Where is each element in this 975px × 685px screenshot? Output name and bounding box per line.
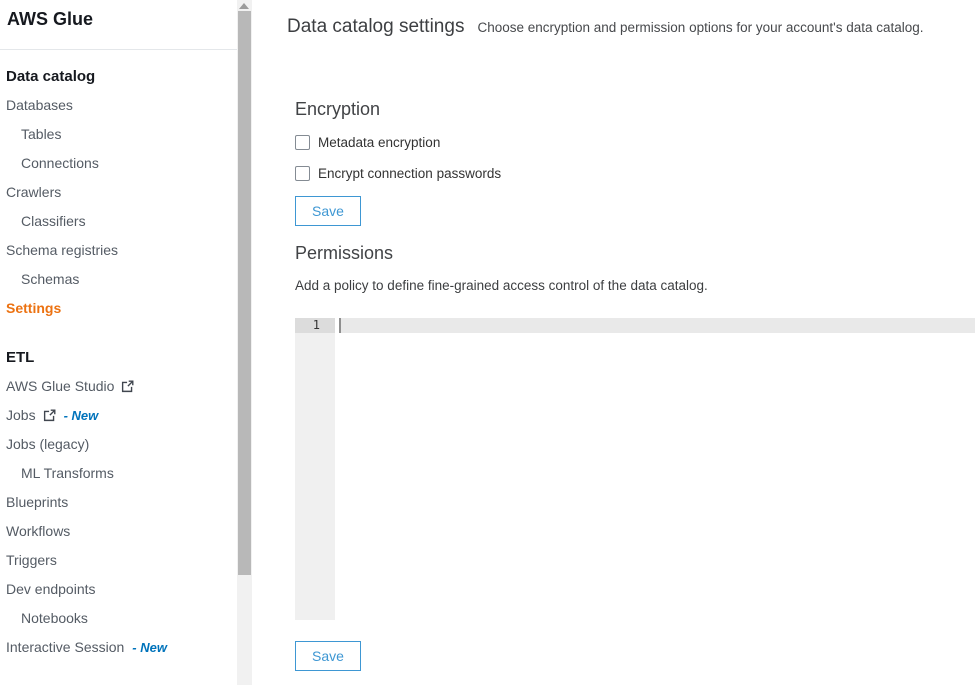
sidebar-item-aws-glue-studio[interactable]: AWS Glue Studio xyxy=(0,372,237,401)
new-badge: - New xyxy=(64,408,99,423)
checkbox-row-metadata-encryption[interactable]: Metadata encryption xyxy=(295,134,501,151)
scroll-up-arrow-icon[interactable] xyxy=(239,3,249,9)
external-link-icon xyxy=(121,374,134,403)
sidebar-item-dev-endpoints[interactable]: Dev endpoints xyxy=(0,575,237,604)
sidebar-item-label: Connections xyxy=(21,155,99,171)
sidebar-nav: Data catalog Databases Tables Connections Cr… xyxy=(0,62,237,662)
sidebar-item-label: Dev endpoints xyxy=(6,581,96,597)
app-window: AWS Glue Data catalog Databases Tables Conn… xyxy=(0,0,975,685)
sidebar-item-interactive-session[interactable]: Interactive Session - New xyxy=(0,633,237,662)
sidebar-item-schemas[interactable]: Schemas xyxy=(0,265,237,294)
sidebar-item-label: Schema registries xyxy=(6,242,118,258)
sidebar-item-label: Databases xyxy=(6,97,73,113)
sidebar-item-label: Jobs xyxy=(6,407,36,423)
sidebar-item-label: Workflows xyxy=(6,523,70,539)
sidebar-item-label: Notebooks xyxy=(21,610,88,626)
sidebar-item-triggers[interactable]: Triggers xyxy=(0,546,237,575)
external-link-icon xyxy=(43,403,56,432)
sidebar-item-ml-transforms[interactable]: ML Transforms xyxy=(0,459,237,488)
sidebar-item-jobs-legacy[interactable]: Jobs (legacy) xyxy=(0,430,237,459)
checkbox-label: Encrypt connection passwords xyxy=(318,166,501,181)
sidebar-item-label: AWS Glue Studio xyxy=(6,378,114,394)
sidebar-item-schema-registries[interactable]: Schema registries xyxy=(0,236,237,265)
sidebar-section-header-data-catalog: Data catalog xyxy=(0,62,237,91)
sidebar-item-label: Tables xyxy=(21,126,61,142)
main-content: Data catalog settings Choose encryption … xyxy=(252,0,975,685)
permissions-save-button[interactable]: Save xyxy=(295,641,361,671)
encryption-checkbox-group: Metadata encryption Encrypt connection pa… xyxy=(295,134,501,196)
policy-editor[interactable]: 1 xyxy=(295,318,975,620)
sidebar: AWS Glue Data catalog Databases Tables Conn… xyxy=(0,0,237,685)
sidebar-item-notebooks[interactable]: Notebooks xyxy=(0,604,237,633)
sidebar-item-label: Jobs (legacy) xyxy=(6,436,89,452)
checkbox-label: Metadata encryption xyxy=(318,135,440,150)
sidebar-item-databases[interactable]: Databases xyxy=(0,91,237,120)
sidebar-item-label: Classifiers xyxy=(21,213,86,229)
checkbox-row-encrypt-connection-passwords[interactable]: Encrypt connection passwords xyxy=(295,165,501,182)
sidebar-item-classifiers[interactable]: Classifiers xyxy=(0,207,237,236)
sidebar-scrollbar[interactable] xyxy=(237,0,252,685)
sidebar-item-label: Triggers xyxy=(6,552,57,568)
encryption-heading: Encryption xyxy=(295,99,380,120)
sidebar-item-jobs[interactable]: Jobs - New xyxy=(0,401,237,430)
sidebar-item-blueprints[interactable]: Blueprints xyxy=(0,488,237,517)
encryption-save-button[interactable]: Save xyxy=(295,196,361,226)
sidebar-item-label: Schemas xyxy=(21,271,79,287)
page-subtitle: Choose encryption and permission options… xyxy=(477,20,923,35)
sidebar-item-label: Blueprints xyxy=(6,494,68,510)
sidebar-divider xyxy=(0,49,237,50)
sidebar-section-header-etl: ETL xyxy=(0,343,237,372)
page-title: Data catalog settings xyxy=(287,16,464,38)
page-header: Data catalog settings Choose encryption … xyxy=(287,16,924,38)
editor-cursor xyxy=(339,318,341,333)
metadata-encryption-checkbox[interactable] xyxy=(295,135,310,150)
sidebar-item-tables[interactable]: Tables xyxy=(0,120,237,149)
sidebar-scrollbar-thumb[interactable] xyxy=(238,11,251,575)
sidebar-item-connections[interactable]: Connections xyxy=(0,149,237,178)
new-badge: - New xyxy=(132,640,167,655)
sidebar-item-label: Crawlers xyxy=(6,184,61,200)
sidebar-item-workflows[interactable]: Workflows xyxy=(0,517,237,546)
permissions-heading: Permissions xyxy=(295,243,393,264)
sidebar-item-crawlers[interactable]: Crawlers xyxy=(0,178,237,207)
permissions-description: Add a policy to define fine-grained acce… xyxy=(295,278,708,293)
app-title: AWS Glue xyxy=(7,9,93,30)
editor-line-number: 1 xyxy=(295,318,335,333)
sidebar-item-settings[interactable]: Settings xyxy=(0,294,237,323)
sidebar-item-label: ML Transforms xyxy=(21,465,114,481)
editor-gutter: 1 xyxy=(295,318,335,620)
sidebar-item-label: Settings xyxy=(6,300,61,316)
editor-active-line xyxy=(340,318,975,333)
sidebar-item-label: Interactive Session xyxy=(6,639,124,655)
encrypt-connection-passwords-checkbox[interactable] xyxy=(295,166,310,181)
